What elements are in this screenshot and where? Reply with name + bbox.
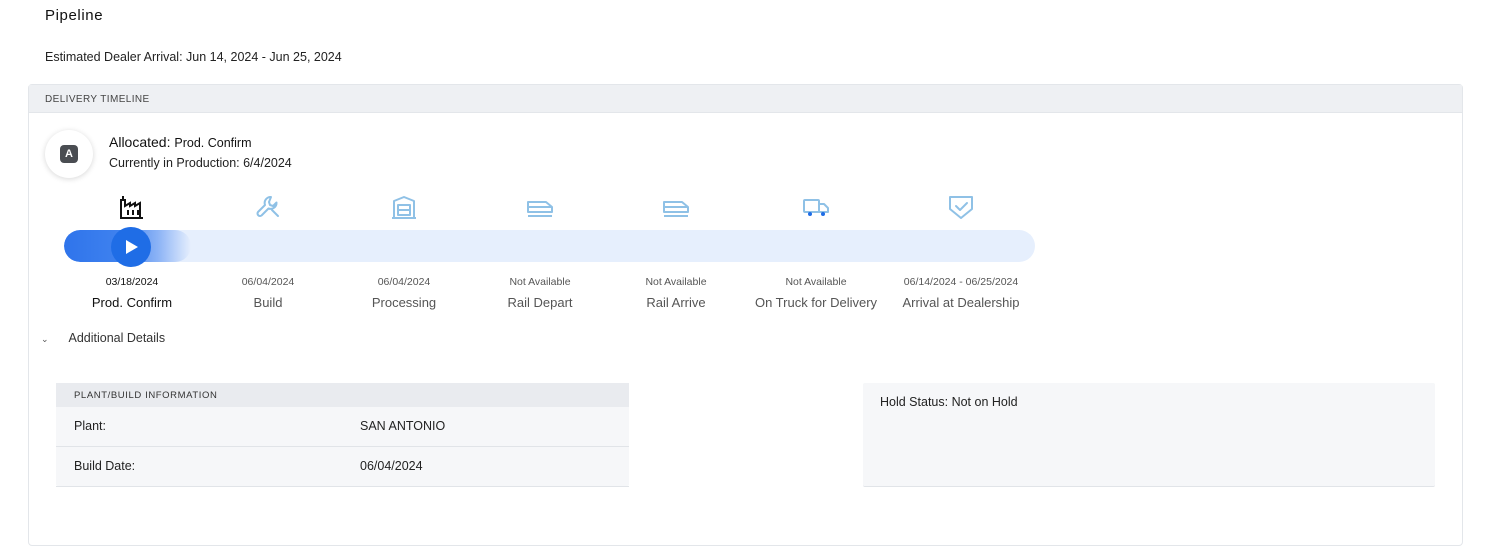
step-date: Not Available [509, 276, 571, 288]
factory-icon [120, 196, 143, 219]
wrench-icon [256, 196, 279, 217]
step-date: 06/04/2024 [241, 276, 295, 288]
plant-label: Plant: [74, 419, 106, 433]
step-label: Processing [371, 295, 437, 310]
step-label: Rail Arrive [646, 295, 706, 310]
status-value: Prod. Confirm [174, 136, 252, 150]
status-avatar: A [45, 130, 93, 178]
step-date: Not Available [785, 276, 847, 288]
timeline-step-arrival-dealership[interactable]: 06/14/2024 - 06/25/2024 Arrival at Deale… [886, 193, 1036, 310]
step-date: Not Available [645, 276, 707, 288]
rail-icon [663, 201, 689, 217]
build-date-value: 06/04/2024 [360, 459, 423, 473]
plant-build-panel: PLANT/BUILD INFORMATION Plant: SAN ANTON… [56, 383, 629, 487]
timeline-step-on-truck[interactable]: Not Available On Truck for Delivery [741, 193, 891, 310]
hold-status-text: Hold Status: Not on Hold [880, 395, 1018, 409]
build-date-label: Build Date: [74, 459, 136, 473]
info-row-build-date: Build Date: 06/04/2024 [56, 447, 629, 487]
page-title: Pipeline [45, 7, 104, 24]
estimated-arrival-text: Estimated Dealer Arrival: Jun 14, 2024 -… [45, 50, 342, 64]
shield-check-icon [949, 196, 973, 219]
plant-value: SAN ANTONIO [360, 419, 446, 433]
delivery-timeline-header: DELIVERY TIMELINE [29, 85, 1462, 113]
timeline-step-processing[interactable]: 06/04/2024 Processing [329, 193, 479, 310]
progress-track [64, 230, 1035, 262]
progress-play-knob[interactable] [111, 227, 151, 267]
timeline-step-prod-confirm[interactable]: 03/18/2024 Prod. Confirm [57, 193, 207, 310]
delivery-timeline-card: DELIVERY TIMELINE A Allocated: Prod. Con… [28, 84, 1463, 546]
hold-status-panel: Hold Status: Not on Hold [863, 383, 1435, 487]
additional-details-toggle[interactable]: ⌄ Additional Details [41, 331, 165, 345]
status-subtitle: Currently in Production: 6/4/2024 [109, 156, 292, 170]
step-date: 06/14/2024 - 06/25/2024 [903, 276, 1019, 288]
step-label: Rail Depart [507, 295, 573, 310]
status-title: Allocated: Prod. Confirm [109, 134, 251, 150]
play-icon [126, 240, 138, 254]
step-label: On Truck for Delivery [754, 295, 878, 310]
step-label: Build [253, 295, 283, 310]
timeline-step-rail-depart[interactable]: Not Available Rail Depart [465, 193, 615, 310]
step-label: Arrival at Dealership [902, 295, 1020, 310]
timeline-step-rail-arrive[interactable]: Not Available Rail Arrive [601, 193, 751, 310]
additional-details-label: Additional Details [68, 331, 166, 345]
rail-icon [527, 201, 553, 217]
plant-build-header: PLANT/BUILD INFORMATION [56, 383, 629, 407]
step-date: 06/04/2024 [377, 276, 431, 288]
chevron-down-icon: ⌄ [41, 334, 49, 344]
processing-icon [392, 196, 416, 219]
truck-icon [803, 199, 829, 216]
timeline-step-build[interactable]: 06/04/2024 Build [193, 193, 343, 310]
step-date: 03/18/2024 [105, 276, 159, 288]
step-label: Prod. Confirm [91, 295, 173, 310]
status-badge: A [60, 145, 78, 163]
status-label: Allocated: [109, 134, 171, 150]
info-row-plant: Plant: SAN ANTONIO [56, 407, 629, 447]
